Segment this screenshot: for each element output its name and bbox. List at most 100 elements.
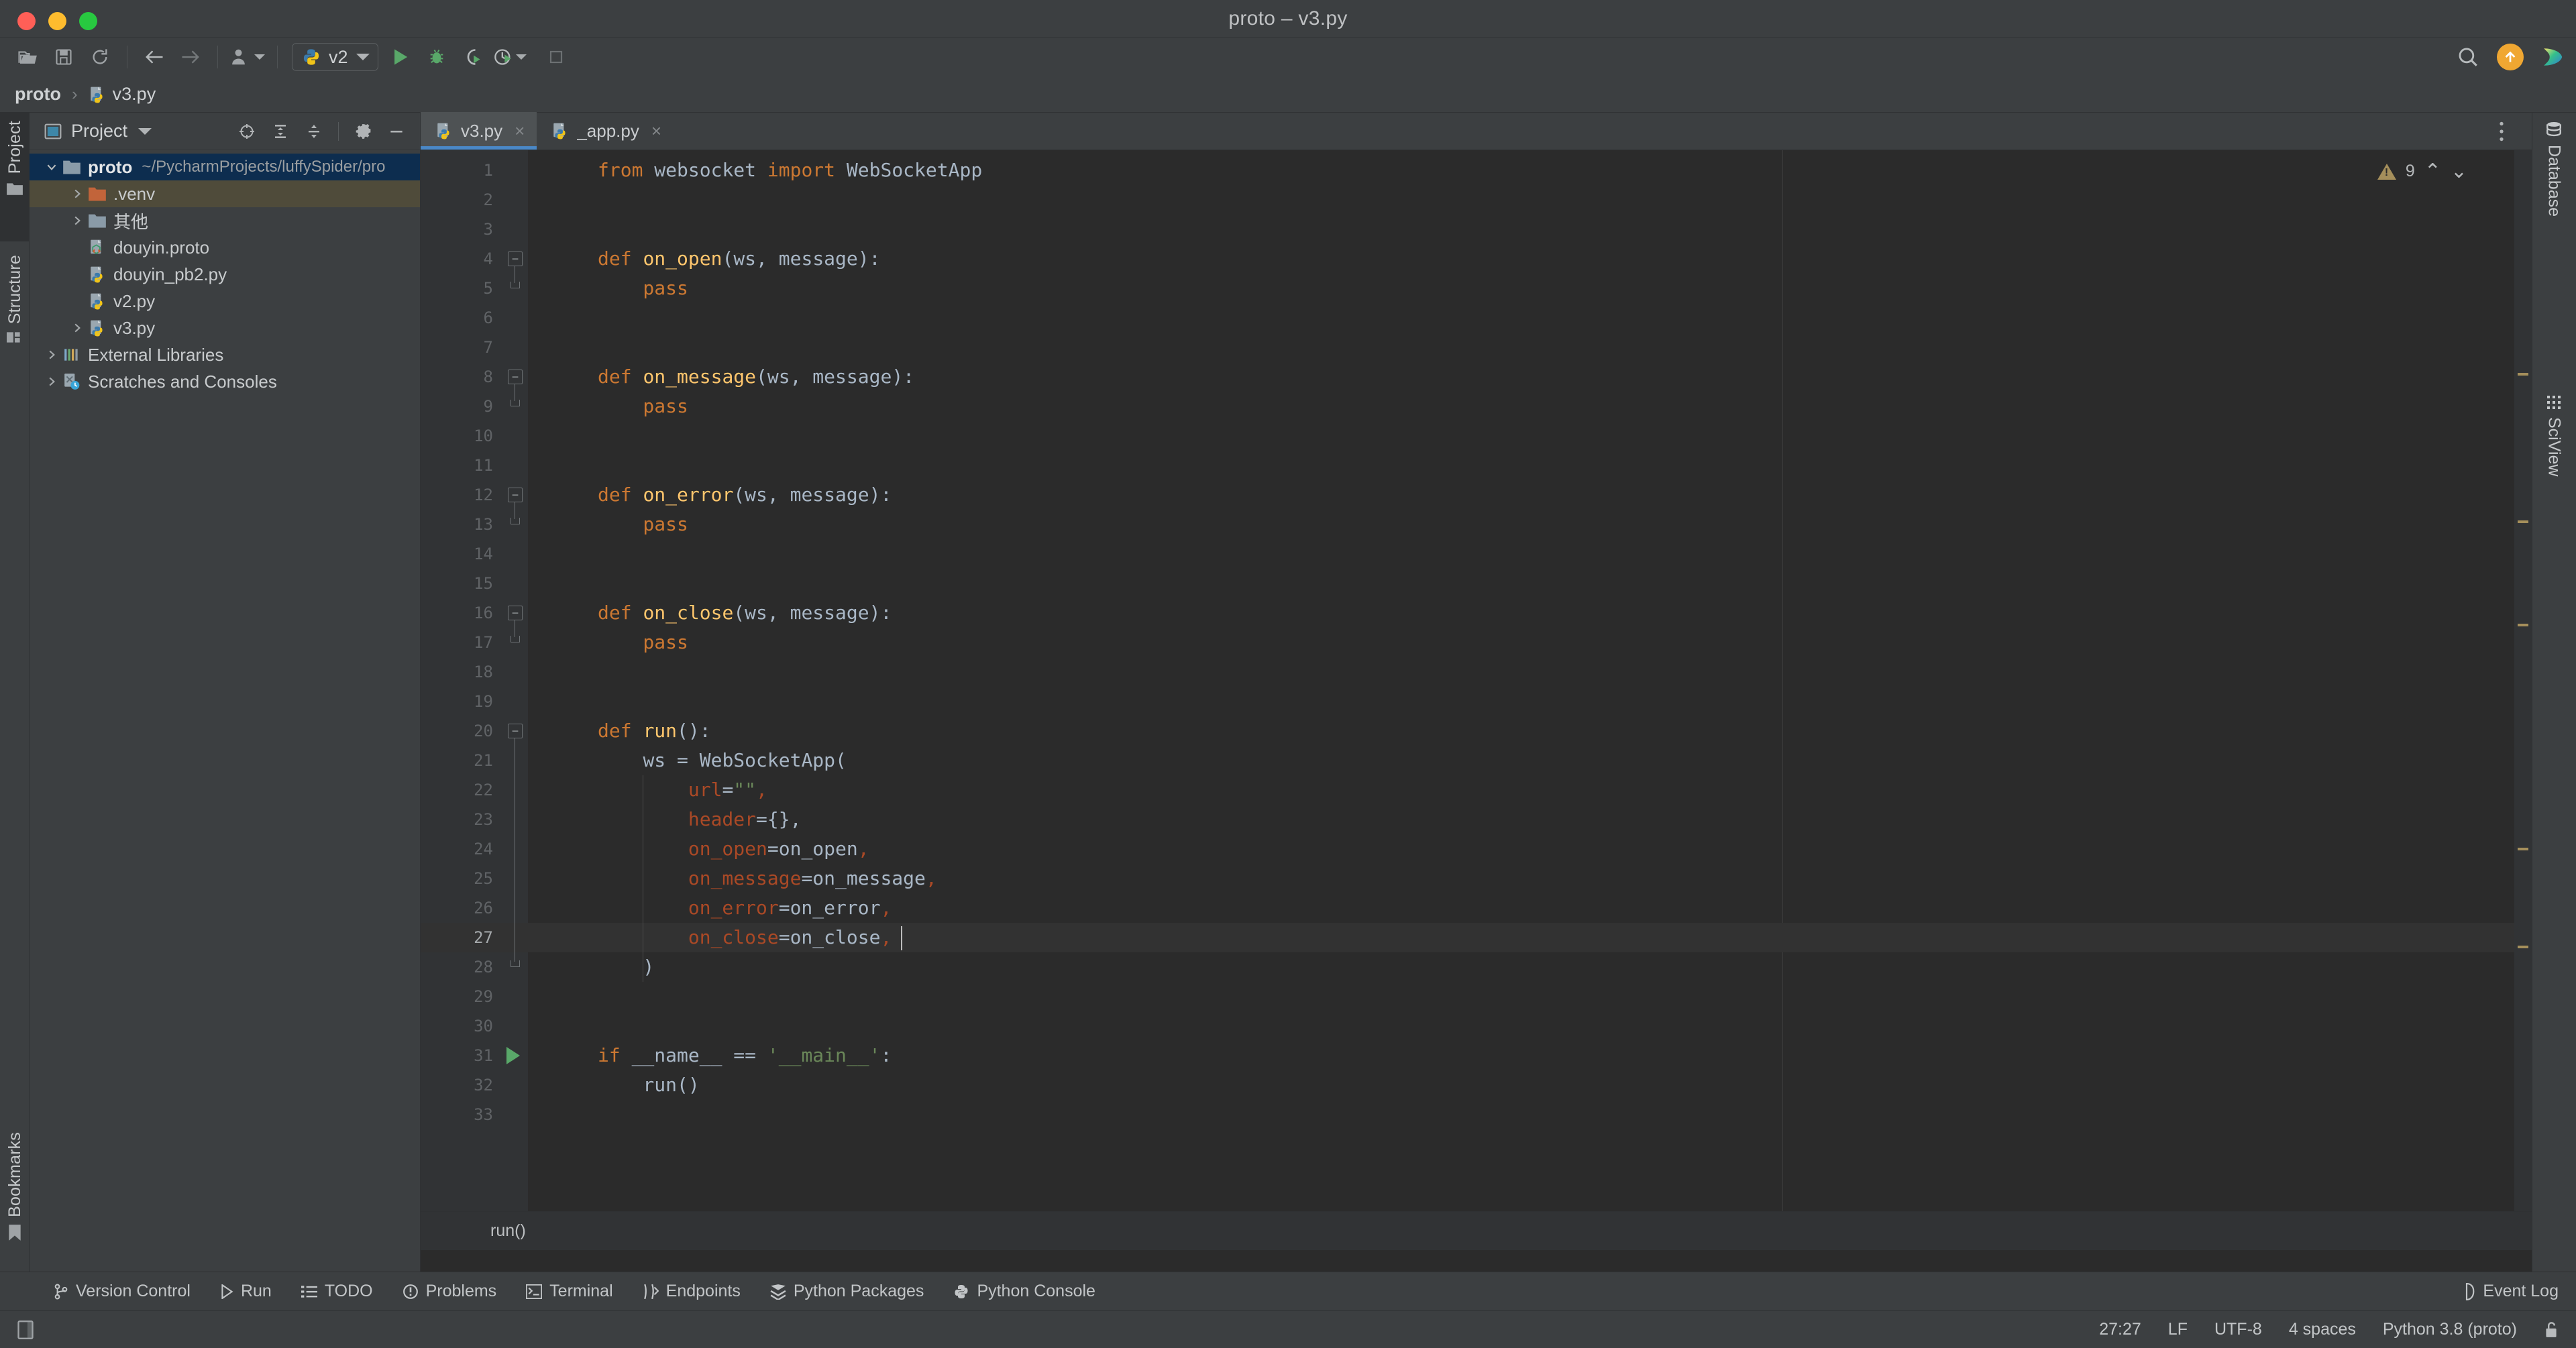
code-fold-toggle[interactable]: − (508, 370, 523, 384)
chevron-down-icon[interactable] (356, 54, 370, 60)
profile-icon[interactable] (491, 39, 530, 75)
select-opened-file-icon[interactable] (231, 116, 262, 147)
code-line[interactable]: 17 pass (421, 628, 2532, 657)
code-line[interactable]: 24 on_open=on_open, (421, 834, 2532, 864)
ide-layout-icon[interactable] (17, 1320, 34, 1339)
debug-icon[interactable] (419, 39, 455, 75)
code-line[interactable]: 5 pass (421, 274, 2532, 303)
code-line[interactable]: 4 def on_open(ws, message): (421, 244, 2532, 274)
event-log-button[interactable]: Event Log (2459, 1282, 2559, 1301)
bottom-item-terminal[interactable]: Terminal (511, 1272, 627, 1311)
code-line[interactable]: 2 (421, 185, 2532, 215)
code-line[interactable]: 20 def run(): (421, 716, 2532, 746)
chevron-right-icon[interactable] (67, 215, 87, 227)
code-line[interactable]: 28 ) (421, 952, 2532, 982)
code-line[interactable]: 33 (421, 1100, 2532, 1129)
code-line[interactable]: 18 (421, 657, 2532, 687)
close-icon[interactable]: × (651, 121, 661, 142)
chevron-down-icon[interactable] (138, 127, 152, 135)
breadcrumb-function[interactable]: run() (490, 1221, 526, 1241)
sidebar-item-database[interactable]: Database (2532, 121, 2576, 288)
tab-app-py[interactable]: _app.py × (537, 112, 674, 150)
code-line[interactable]: 16 def on_close(ws, message): (421, 598, 2532, 628)
code-line[interactable]: 8 def on_message(ws, message): (421, 362, 2532, 392)
code-line[interactable]: 32 run() (421, 1070, 2532, 1100)
more-options-icon[interactable] (2483, 113, 2520, 150)
sidebar-item-sciview[interactable]: SciView (2532, 394, 2576, 555)
inspection-mark[interactable] (2518, 520, 2528, 523)
inspection-prev-icon[interactable]: ⌃ (2424, 160, 2441, 183)
code-line[interactable]: 26 on_error=on_error, (421, 893, 2532, 923)
code-line[interactable]: 13 pass (421, 510, 2532, 539)
code-line[interactable]: 25 on_message=on_message, (421, 864, 2532, 893)
run-configuration-selector[interactable]: v2 (292, 43, 378, 71)
code-line[interactable]: 1 from websocket import WebSocketApp (421, 156, 2532, 185)
chevron-right-icon[interactable] (67, 188, 87, 200)
code-line[interactable]: 22 url="", (421, 775, 2532, 805)
code-line[interactable]: 3 (421, 215, 2532, 244)
ai-assistant-icon[interactable] (2541, 46, 2564, 68)
code-line[interactable]: 14 (421, 539, 2532, 569)
code-line[interactable]: 19 (421, 687, 2532, 716)
code-line[interactable]: 11 (421, 451, 2532, 480)
hide-panel-icon[interactable] (381, 116, 412, 147)
run-coverage-icon[interactable] (455, 39, 491, 75)
bottom-item-python-packages[interactable]: Python Packages (755, 1272, 939, 1311)
bottom-item-python-console[interactable]: Python Console (938, 1272, 1110, 1311)
code-line[interactable]: 30 (421, 1011, 2532, 1041)
editor-scrollbar[interactable] (2514, 150, 2532, 1211)
code-fold-toggle[interactable]: − (508, 488, 523, 502)
save-icon[interactable] (46, 39, 82, 75)
inspection-mark[interactable] (2518, 946, 2528, 948)
chevron-down-icon[interactable] (42, 161, 62, 173)
code-fold-toggle[interactable]: − (508, 606, 523, 620)
code-line[interactable]: 29 (421, 982, 2532, 1011)
tree-item-external-libraries[interactable]: External Libraries (30, 341, 420, 368)
code-line[interactable]: 21 ws = WebSocketApp( (421, 746, 2532, 775)
code-line[interactable]: 15 (421, 569, 2532, 598)
caret-position[interactable]: 27:27 (2099, 1320, 2141, 1339)
bottom-item-todo[interactable]: TODO (286, 1272, 388, 1311)
code-fold-toggle[interactable]: − (508, 724, 523, 738)
user-settings-icon[interactable] (227, 39, 268, 75)
inspection-mark[interactable] (2518, 624, 2528, 626)
update-badge-icon[interactable] (2497, 44, 2524, 70)
tree-item-v3-py[interactable]: v3.py (30, 315, 420, 341)
chevron-right-icon[interactable] (42, 349, 62, 361)
tree-item-proto[interactable]: proto ~/PycharmProjects/luffySpider/pro (30, 154, 420, 180)
open-folder-icon[interactable] (9, 39, 46, 75)
line-separator[interactable]: LF (2168, 1320, 2188, 1339)
bottom-item-run[interactable]: Run (205, 1272, 286, 1311)
breadcrumb-file[interactable]: v3.py (113, 84, 156, 105)
tree-item-scratches-and-consoles[interactable]: Scratches and Consoles (30, 368, 420, 395)
code-line[interactable]: 23 header={}, (421, 805, 2532, 834)
inspection-mark[interactable] (2518, 848, 2528, 850)
forward-arrow-icon[interactable] (172, 39, 209, 75)
tree-item-douyin-pb2-py[interactable]: douyin_pb2.py (30, 261, 420, 288)
chevron-down-icon[interactable] (254, 54, 265, 60)
run-icon[interactable] (382, 39, 419, 75)
chevron-right-icon[interactable] (42, 376, 62, 388)
inspection-next-icon[interactable]: ⌄ (2451, 160, 2467, 183)
code-line[interactable]: 9 pass (421, 392, 2532, 421)
tree-item-v2-py[interactable]: v2.py (30, 288, 420, 315)
bottom-item-version-control[interactable]: Version Control (39, 1272, 205, 1311)
code-fold-toggle[interactable]: − (508, 251, 523, 266)
sync-icon[interactable] (82, 39, 118, 75)
code-line[interactable]: 31 if __name__ == '__main__': (421, 1041, 2532, 1070)
expand-all-icon[interactable] (265, 116, 296, 147)
search-icon[interactable] (2457, 46, 2479, 68)
tree-item-douyin-proto[interactable]: douyin.proto (30, 234, 420, 261)
file-encoding[interactable]: UTF-8 (2214, 1320, 2262, 1339)
sidebar-item-structure[interactable]: Structure (0, 247, 30, 401)
gear-icon[interactable] (347, 116, 378, 147)
code-editor[interactable]: 1 from websocket import WebSocketApp 2 3 4 de… (421, 150, 2532, 1211)
back-arrow-icon[interactable] (136, 39, 172, 75)
tree-item-[interactable]: 其他 (30, 207, 420, 234)
inspection-widget[interactable]: 9 ⌃ ⌄ (2377, 160, 2467, 183)
code-line[interactable]: 7 (421, 333, 2532, 362)
code-line[interactable]: 6 (421, 303, 2532, 333)
python-interpreter[interactable]: Python 3.8 (proto) (2383, 1320, 2517, 1339)
code-line[interactable]: 12 def on_error(ws, message): (421, 480, 2532, 510)
bottom-item-problems[interactable]: Problems (388, 1272, 512, 1311)
